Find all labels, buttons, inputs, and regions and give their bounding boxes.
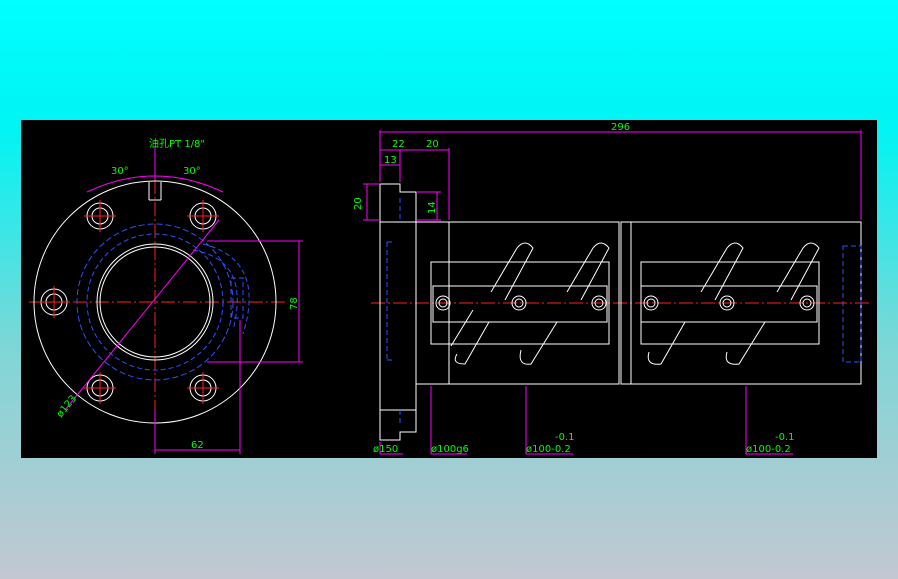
return-tubes xyxy=(450,242,820,365)
dim-bolt-circle-label: ø123 xyxy=(55,393,79,420)
dim-flange-width-label: 22 xyxy=(392,139,405,150)
dim-flange-dia-label: ø150 xyxy=(373,444,398,455)
return-tube-hidden xyxy=(192,243,250,335)
dim-spigot-dia-label: ø100g6 xyxy=(431,444,469,455)
dim-shoulder-label: 20 xyxy=(426,139,439,150)
dim-body-dia-1-label: ø100-0.2 xyxy=(526,444,571,455)
dim-width-label: 62 xyxy=(191,440,204,451)
side-dimension-lines xyxy=(363,130,862,455)
angle-left-label: 30° xyxy=(111,166,129,177)
dim-hole-pitch-right-label: 14 xyxy=(427,201,438,214)
dim-body-dia-1-tol-label: -0.1 xyxy=(555,432,575,443)
side-view xyxy=(363,130,869,455)
dim-62-lines xyxy=(154,320,241,454)
dim-hole-pitch-left-label: 20 xyxy=(353,197,364,210)
cad-drawing-canvas[interactable]: 油孔PT 1/8" 30° 30° 78 62 ø123 296 22 20 1… xyxy=(21,120,877,458)
oil-hole-label: 油孔PT 1/8" xyxy=(149,137,205,150)
angle-right-label: 30° xyxy=(183,166,201,177)
dim-height-label: 78 xyxy=(289,297,300,310)
flange-side xyxy=(379,183,417,441)
end-hidden xyxy=(842,245,862,363)
dim-total-length-label: 296 xyxy=(611,122,630,133)
dim-body-dia-2-tol-label: -0.1 xyxy=(775,432,795,443)
flange-hidden xyxy=(386,198,401,426)
dim-hole-offset-label: 13 xyxy=(384,155,397,166)
dim-body-dia-2-label: ø100-0.2 xyxy=(746,444,791,455)
